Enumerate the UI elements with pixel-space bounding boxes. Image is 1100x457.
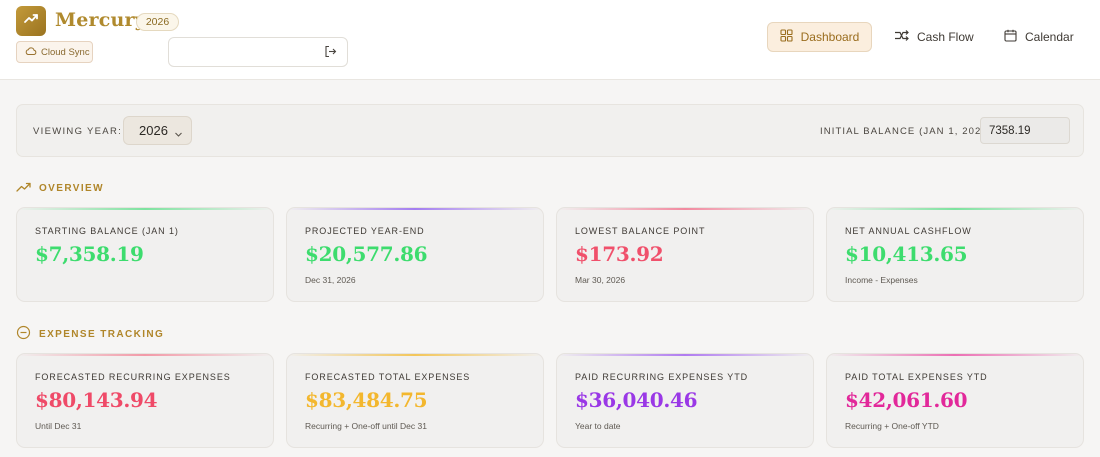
stat-card: FORECASTED RECURRING EXPENSES $80,143.94 U… (16, 353, 274, 448)
header-input-field (168, 37, 348, 67)
card-label: NET ANNUAL CASHFLOW (845, 226, 972, 236)
nav-calendar-label: Calendar (1025, 30, 1074, 44)
overview-title: OVERVIEW (39, 182, 104, 194)
card-label: LOWEST BALANCE POINT (575, 226, 706, 236)
card-accent-line (287, 208, 543, 210)
nav-cash-flow-label: Cash Flow (917, 30, 974, 44)
card-label: FORECASTED RECURRING EXPENSES (35, 372, 231, 382)
card-label: PROJECTED YEAR-END (305, 226, 425, 236)
card-accent-line (17, 208, 273, 210)
header-text-input[interactable] (169, 38, 309, 66)
card-subtext: Until Dec 31 (35, 421, 82, 431)
card-accent-line (557, 354, 813, 356)
card-subtext: Recurring + One-off until Dec 31 (305, 421, 427, 431)
card-subtext: Recurring + One-off YTD (845, 421, 939, 431)
chevron-down-icon (174, 127, 183, 142)
card-value: $80,143.94 (35, 388, 158, 412)
cash-flow-icon (894, 29, 909, 45)
card-subtext: Income - Expenses (845, 275, 918, 285)
card-value: $7,358.19 (35, 242, 144, 266)
card-value: $173.92 (575, 242, 664, 266)
calendar-icon (1004, 29, 1017, 45)
viewing-year-value: 2026 (139, 123, 168, 138)
viewing-year-select[interactable]: 2026 (123, 116, 192, 145)
viewing-year-label: VIEWING YEAR: (33, 126, 123, 137)
card-value: $83,484.75 (305, 388, 428, 412)
nav-dashboard-label: Dashboard (800, 30, 860, 44)
overview-section-header: OVERVIEW (16, 180, 104, 196)
card-value: $36,040.46 (575, 388, 698, 412)
card-accent-line (827, 354, 1083, 356)
cloud-sync-label: Cloud Sync (41, 46, 90, 58)
card-label: STARTING BALANCE (JAN 1) (35, 226, 179, 236)
card-accent-line (827, 208, 1083, 210)
card-label: PAID RECURRING EXPENSES YTD (575, 372, 748, 382)
cloud-icon (25, 46, 37, 59)
cloud-sync-button[interactable]: Cloud Sync (16, 41, 93, 63)
initial-balance-label: INITIAL BALANCE (JAN 1, 2026): (820, 126, 996, 137)
stat-card: PAID TOTAL EXPENSES YTD $42,061.60 Recurri… (826, 353, 1084, 448)
stat-card: STARTING BALANCE (JAN 1) $7,358.19 (16, 207, 274, 302)
logo (16, 6, 46, 36)
stat-card: NET ANNUAL CASHFLOW $10,413.65 Income - Ex… (826, 207, 1084, 302)
expense-section-header: EXPENSE TRACKING (16, 325, 165, 343)
card-subtext: Year to date (575, 421, 621, 431)
card-label: FORECASTED TOTAL EXPENSES (305, 372, 471, 382)
card-label: PAID TOTAL EXPENSES YTD (845, 372, 988, 382)
card-accent-line (287, 354, 543, 356)
card-subtext: Mar 30, 2026 (575, 275, 626, 285)
card-accent-line (17, 354, 273, 356)
trending-up-icon (23, 11, 39, 32)
nav-cash-flow[interactable]: Cash Flow (894, 22, 974, 52)
card-value: $42,061.60 (845, 388, 968, 412)
minus-circle-icon (16, 325, 31, 343)
year-control-bar: VIEWING YEAR: 2026 INITIAL BALANCE (JAN … (16, 104, 1084, 157)
stat-card: LOWEST BALANCE POINT $173.92 Mar 30, 2026 (556, 207, 814, 302)
stat-card: FORECASTED TOTAL EXPENSES $83,484.75 Recur… (286, 353, 544, 448)
stat-card: PAID RECURRING EXPENSES YTD $36,040.46 Yea… (556, 353, 814, 448)
card-accent-line (557, 208, 813, 210)
trending-up-icon (16, 181, 31, 196)
app-title: Mercury (55, 9, 146, 31)
card-value: $20,577.86 (305, 242, 428, 266)
card-subtext: Dec 31, 2026 (305, 275, 356, 285)
stat-card: PROJECTED YEAR-END $20,577.86 Dec 31, 2026 (286, 207, 544, 302)
initial-balance-field (980, 117, 1070, 144)
nav-calendar[interactable]: Calendar (1004, 22, 1074, 52)
expense-tracking-title: EXPENSE TRACKING (39, 328, 165, 340)
grid-icon (780, 29, 793, 45)
initial-balance-input[interactable] (981, 118, 1069, 143)
app-header: Mercury 2026 Cloud Sync Dashboard Cash F… (0, 0, 1100, 80)
year-badge: 2026 (136, 13, 179, 31)
nav-dashboard[interactable]: Dashboard (767, 22, 872, 52)
logout-icon[interactable] (324, 45, 337, 63)
card-value: $10,413.65 (845, 242, 968, 266)
